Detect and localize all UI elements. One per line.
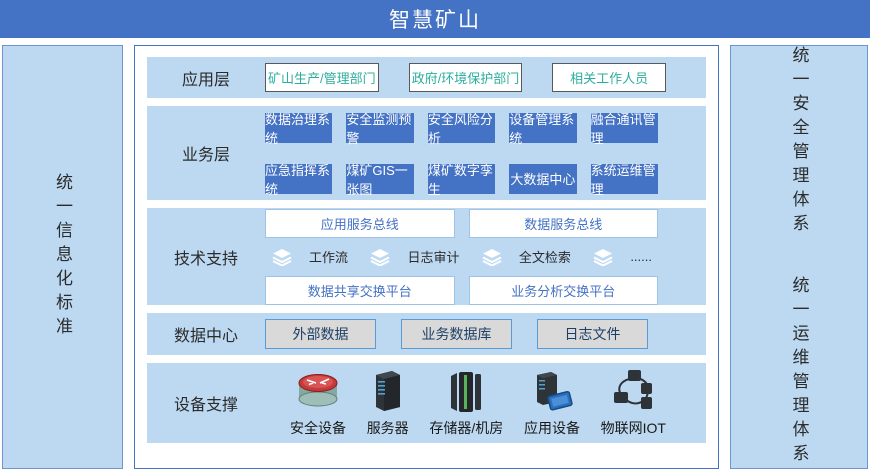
banner-title: 智慧矿山	[0, 0, 870, 38]
equipment-label: 应用设备	[524, 418, 580, 438]
data-center-layer-label: 数据中心	[147, 322, 265, 346]
iot-network-icon	[610, 368, 656, 414]
application-box: 矿山生产/管理部门	[265, 63, 379, 92]
application-layer: 应用层 矿山生产/管理部门 政府/环境保护部门 相关工作人员	[147, 57, 706, 98]
middleware-item: ......	[592, 248, 652, 266]
business-row-1: 数据治理系统 安全监测预警 安全风险分析 设备管理系统 融合通讯管理	[265, 113, 658, 143]
business-system-box: 煤矿数字孪生	[428, 164, 495, 194]
security-device-icon	[293, 368, 343, 414]
business-system-box: 数据治理系统	[265, 113, 332, 143]
business-system-box: 安全风险分析	[428, 113, 495, 143]
application-layer-label: 应用层	[147, 66, 265, 90]
tech-support-layer: 技术支持 应用服务总线 数据服务总线 工作流 日志审计	[147, 208, 706, 305]
business-system-box: 应急指挥系统	[265, 164, 332, 194]
smart-mine-diagram: 智慧矿山 统一信息化标准 应用层 矿山生产/管理部门 政府/环境保护部门 相关工…	[0, 0, 870, 457]
business-system-box: 煤矿GIS一张图	[346, 164, 413, 194]
app-device-icon	[529, 368, 575, 414]
business-layer: 业务层 数据治理系统 安全监测预警 安全风险分析 设备管理系统 融合通讯管理 应…	[147, 106, 706, 200]
layers-icon	[481, 248, 503, 266]
business-system-box: 系统运维管理	[591, 164, 658, 194]
equipment-item: 安全设备	[290, 368, 346, 438]
business-system-box: 融合通讯管理	[591, 113, 658, 143]
business-layer-content: 数据治理系统 安全监测预警 安全风险分析 设备管理系统 融合通讯管理 应急指挥系…	[265, 113, 706, 194]
equipment-item: 应用设备	[524, 368, 580, 438]
equipment-label: 服务器	[367, 418, 409, 438]
tech-support-layer-label: 技术支持	[147, 245, 265, 269]
diagram-body: 统一信息化标准 应用层 矿山生产/管理部门 政府/环境保护部门 相关工作人员 业…	[0, 38, 870, 471]
storage-rack-icon	[445, 368, 487, 414]
equipment-layer: 设备支撑 安全设备	[147, 363, 706, 443]
business-row-2: 应急指挥系统 煤矿GIS一张图 煤矿数字孪生 大数据中心 系统运维管理	[265, 164, 658, 194]
business-system-box: 设备管理系统	[509, 113, 576, 143]
service-bus-row: 应用服务总线 数据服务总线	[265, 209, 658, 238]
middleware-row: 工作流 日志审计 全文检索 ......	[265, 244, 658, 270]
right-sidebar-label-top: 统一安全管理体系	[791, 46, 808, 238]
application-box: 相关工作人员	[552, 63, 666, 92]
equipment-label: 物联网IOT	[601, 418, 666, 438]
equipment-label: 存储器/机房	[429, 418, 503, 438]
server-icon	[368, 368, 408, 414]
data-source-box: 业务数据库	[401, 319, 512, 349]
right-sidebar: 统一安全管理体系 统一运维管理体系	[730, 45, 868, 469]
platform-box: 数据共享交换平台	[265, 276, 455, 305]
left-sidebar-label: 统一信息化标准	[54, 173, 71, 341]
middleware-item: 全文检索	[481, 247, 571, 266]
application-layer-content: 矿山生产/管理部门 政府/环境保护部门 相关工作人员	[265, 63, 706, 92]
middleware-label: ......	[630, 249, 652, 264]
middleware-label: 全文检索	[519, 247, 571, 266]
layers-icon	[592, 248, 614, 266]
left-sidebar: 统一信息化标准	[2, 45, 123, 469]
service-bus-box: 数据服务总线	[469, 209, 659, 238]
layers-icon	[271, 248, 293, 266]
business-system-box: 安全监测预警	[346, 113, 413, 143]
data-center-layer: 数据中心 外部数据 业务数据库 日志文件	[147, 313, 706, 355]
platform-box: 业务分析交换平台	[469, 276, 659, 305]
equipment-item: 物联网IOT	[601, 368, 666, 438]
equipment-label: 安全设备	[290, 418, 346, 438]
right-sidebar-label-bottom: 统一运维管理体系	[791, 276, 808, 468]
middleware-item: 工作流	[271, 247, 348, 266]
data-source-box: 日志文件	[537, 319, 648, 349]
business-layer-label: 业务层	[147, 141, 265, 165]
equipment-layer-label: 设备支撑	[147, 391, 265, 415]
tech-support-layer-content: 应用服务总线 数据服务总线 工作流 日志审计	[265, 209, 706, 305]
business-system-box: 大数据中心	[509, 164, 576, 194]
main-panel: 应用层 矿山生产/管理部门 政府/环境保护部门 相关工作人员 业务层 数据治理系…	[134, 45, 719, 469]
equipment-item: 存储器/机房	[429, 368, 503, 438]
platform-row: 数据共享交换平台 业务分析交换平台	[265, 276, 658, 305]
middleware-label: 日志审计	[407, 247, 459, 266]
service-bus-box: 应用服务总线	[265, 209, 455, 238]
layers-icon	[369, 248, 391, 266]
middleware-label: 工作流	[309, 247, 348, 266]
equipment-item: 服务器	[367, 368, 409, 438]
middleware-item: 日志审计	[369, 247, 459, 266]
data-center-layer-content: 外部数据 业务数据库 日志文件	[265, 319, 706, 349]
data-source-box: 外部数据	[265, 319, 376, 349]
equipment-layer-content: 安全设备	[265, 368, 706, 438]
application-box: 政府/环境保护部门	[409, 63, 523, 92]
